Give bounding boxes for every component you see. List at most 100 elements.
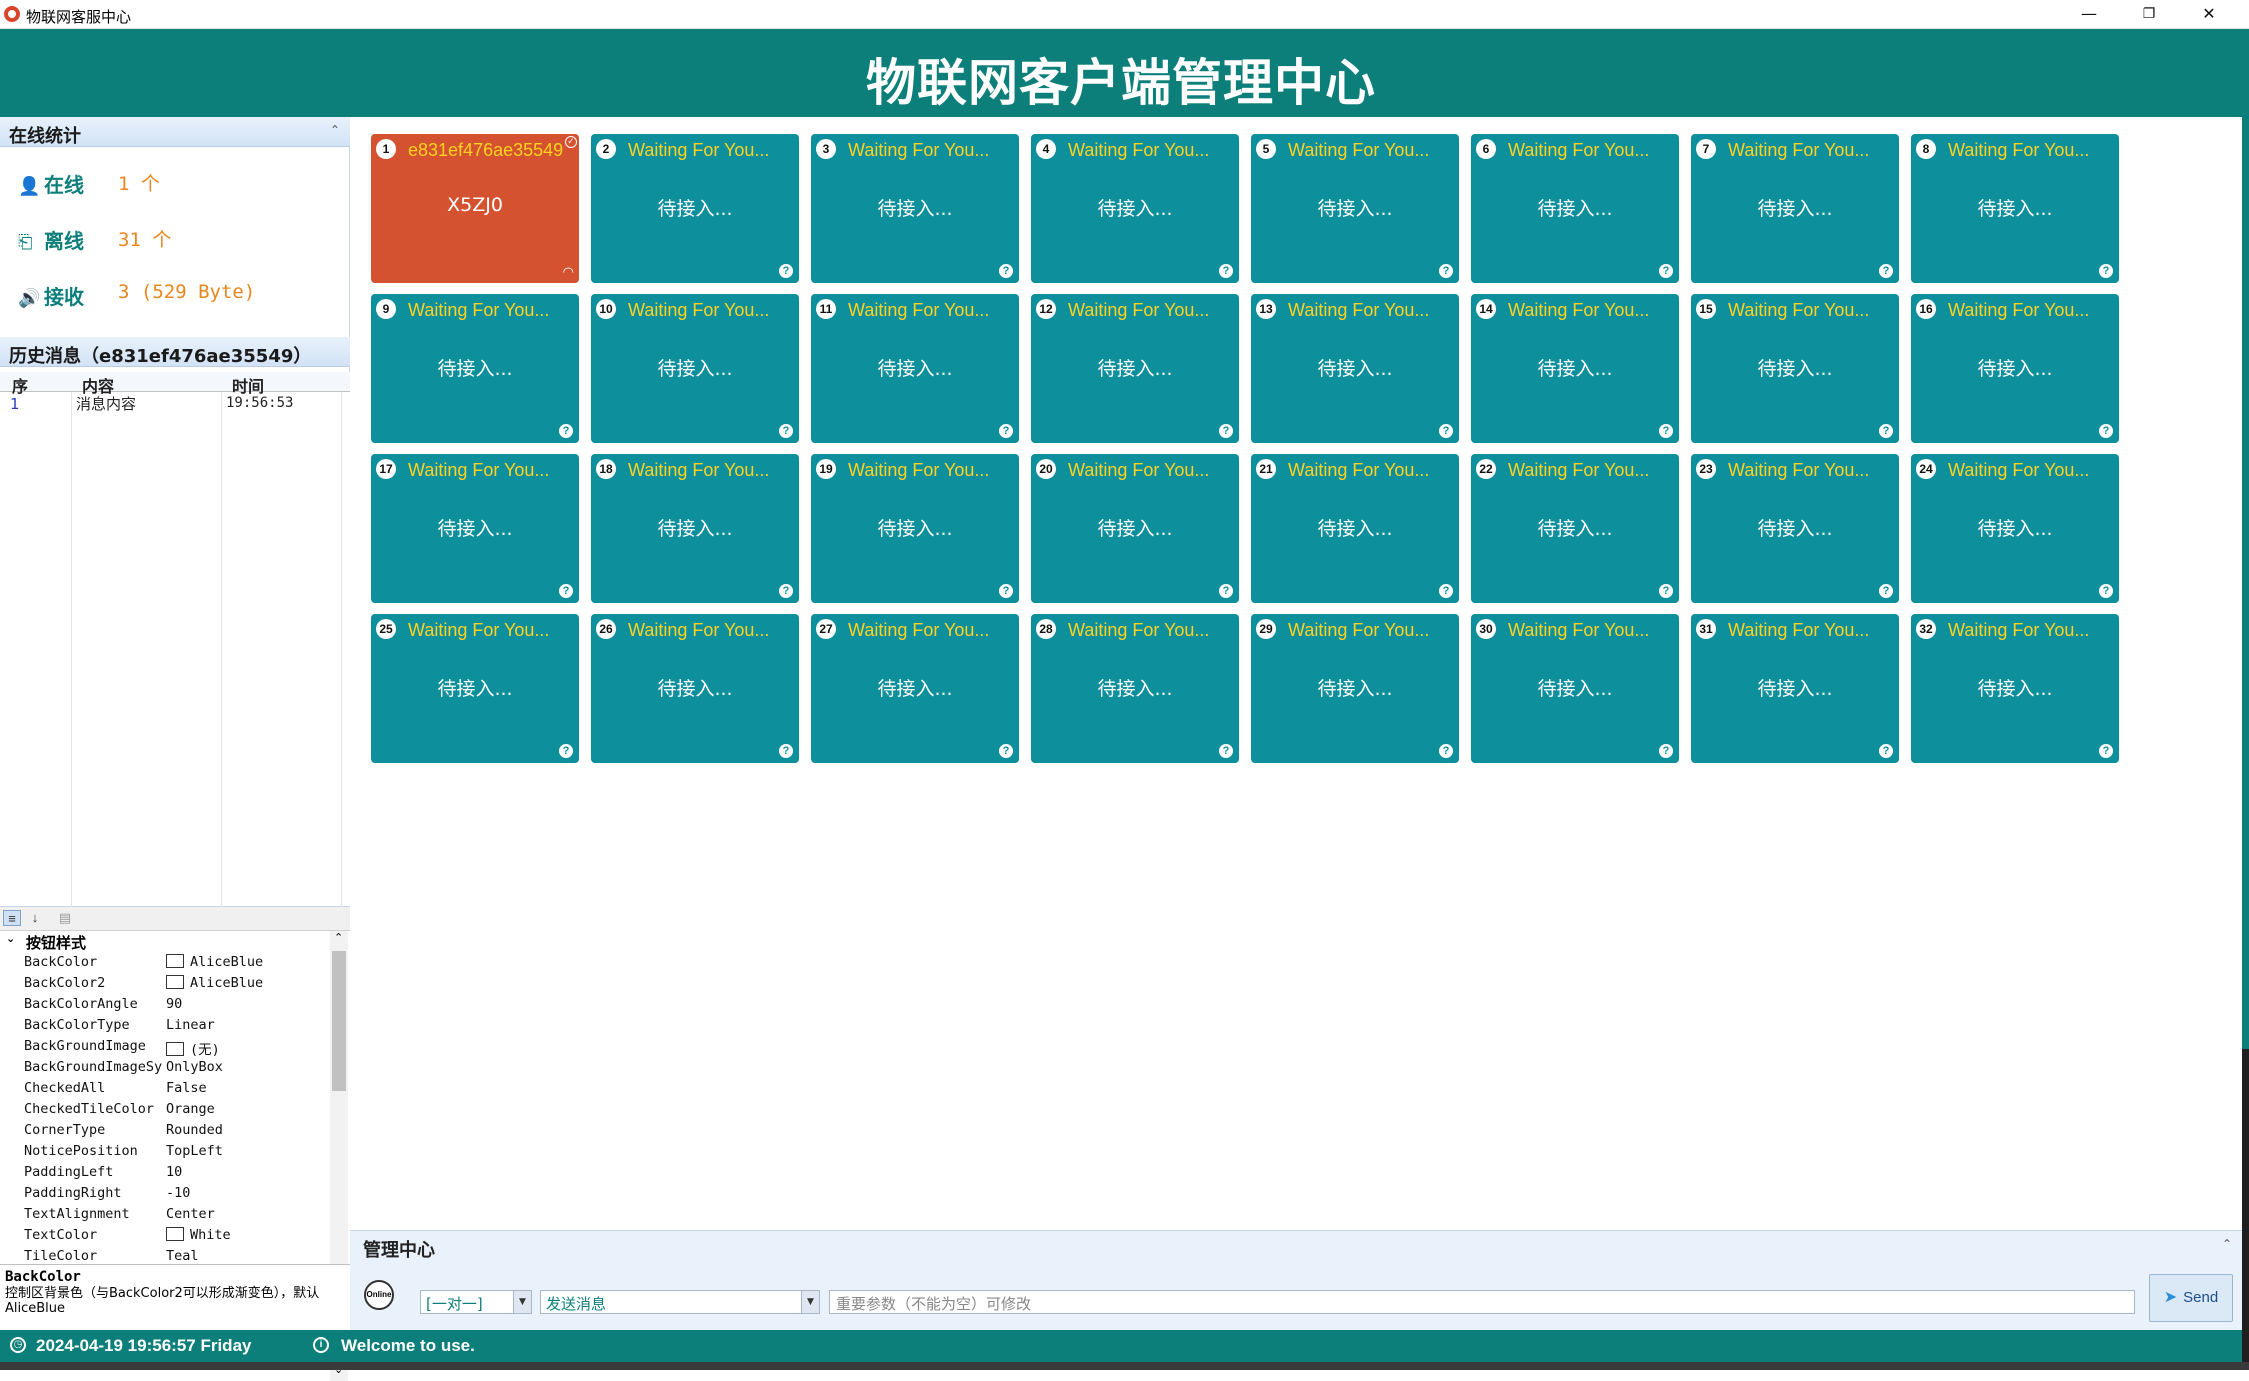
help-icon[interactable]: ? [1439, 424, 1453, 438]
property-row[interactable]: TextColor White [0, 1225, 330, 1246]
alphabetical-sort-icon[interactable]: ↓ [26, 910, 44, 926]
property-value-cell[interactable]: 10 [166, 1164, 182, 1180]
help-icon[interactable]: ? [1879, 264, 1893, 278]
client-tile[interactable]: 16 Waiting For You... 待接入...? [1911, 294, 2119, 443]
help-icon[interactable]: ? [1659, 424, 1673, 438]
client-tile[interactable]: 13 Waiting For You... 待接入...? [1251, 294, 1459, 443]
property-row[interactable]: BackGroundImageSy OnlyBox [0, 1057, 330, 1078]
help-icon[interactable]: ? [999, 424, 1013, 438]
property-category[interactable]: ⌄ 按钮样式 [0, 931, 330, 952]
property-row[interactable]: BackColorAngle 90 [0, 994, 330, 1015]
help-icon[interactable]: ? [1879, 424, 1893, 438]
categorized-icon[interactable]: ≡ [3, 910, 21, 926]
help-icon[interactable]: ? [1439, 744, 1453, 758]
collapse-icon[interactable]: ⌃ [2222, 1237, 2232, 1251]
client-tile[interactable]: 30 Waiting For You... 待接入...? [1471, 614, 1679, 763]
column-header[interactable]: 序 [12, 373, 28, 397]
client-tile[interactable]: 27 Waiting For You... 待接入...? [811, 614, 1019, 763]
help-icon[interactable]: ? [1219, 584, 1233, 598]
property-value-cell[interactable]: 90 [166, 996, 182, 1012]
client-tile[interactable]: 23 Waiting For You... 待接入...? [1691, 454, 1899, 603]
scroll-up-icon[interactable]: ⌃ [334, 931, 343, 944]
client-tile[interactable]: 28 Waiting For You... 待接入...? [1031, 614, 1239, 763]
help-icon[interactable]: ? [2099, 264, 2113, 278]
help-icon[interactable]: ? [1879, 584, 1893, 598]
property-value-cell[interactable]: Rounded [166, 1122, 223, 1138]
property-value-cell[interactable]: False [166, 1080, 207, 1096]
help-icon[interactable]: ? [1439, 264, 1453, 278]
help-icon[interactable]: ? [999, 264, 1013, 278]
help-icon[interactable]: ? [1659, 264, 1673, 278]
property-value-cell[interactable]: TopLeft [166, 1143, 223, 1159]
mode-select[interactable]: [一对一] ▼ [420, 1290, 532, 1314]
help-icon[interactable]: ? [2099, 584, 2113, 598]
client-tile[interactable]: 21 Waiting For You... 待接入...? [1251, 454, 1459, 603]
client-tile[interactable]: 2 Waiting For You... 待接入...? [591, 134, 799, 283]
help-icon[interactable]: ? [2099, 424, 2113, 438]
property-value-cell[interactable]: (无) [166, 1038, 220, 1058]
property-row[interactable]: BackColorType Linear [0, 1015, 330, 1036]
client-tile[interactable]: 32 Waiting For You... 待接入...? [1911, 614, 2119, 763]
client-tile[interactable]: 25 Waiting For You... 待接入...? [371, 614, 579, 763]
help-icon[interactable]: ? [1439, 584, 1453, 598]
client-tile[interactable]: 1 e831ef476ae35549 X5ZJ0 ✓ ◠ [371, 134, 579, 283]
property-row[interactable]: NoticePosition TopLeft [0, 1141, 330, 1162]
stats-section-header[interactable]: 在线统计 ⌃ [0, 117, 350, 147]
property-value-cell[interactable]: White [166, 1227, 231, 1243]
client-tile[interactable]: 12 Waiting For You... 待接入...? [1031, 294, 1239, 443]
column-header[interactable]: 时间 [232, 373, 264, 397]
help-icon[interactable]: ? [779, 264, 793, 278]
property-row[interactable]: CheckedTileColor Orange [0, 1099, 330, 1120]
property-row[interactable]: BackGroundImage (无) [0, 1036, 330, 1058]
client-tile[interactable]: 26 Waiting For You... 待接入...? [591, 614, 799, 763]
property-row[interactable]: TextAlignment Center [0, 1204, 330, 1225]
maximize-button[interactable]: ❐ [2120, 0, 2178, 29]
property-row[interactable]: PaddingLeft 10 [0, 1162, 330, 1183]
client-tile[interactable]: 15 Waiting For You... 待接入...? [1691, 294, 1899, 443]
history-table[interactable]: 序 内容 时间 1 消息内容 19:56:53 [0, 372, 350, 907]
help-icon[interactable]: ? [2099, 744, 2113, 758]
collapse-icon[interactable]: ⌃ [330, 123, 340, 137]
property-pages-icon[interactable]: ▤ [56, 910, 74, 926]
client-tile[interactable]: 18 Waiting For You... 待接入...? [591, 454, 799, 603]
help-icon[interactable]: ? [559, 584, 573, 598]
client-tile[interactable]: 8 Waiting For You... 待接入...? [1911, 134, 2119, 283]
property-value-cell[interactable]: Teal [166, 1248, 199, 1264]
help-icon[interactable]: ? [1219, 264, 1233, 278]
client-tile[interactable]: 4 Waiting For You... 待接入...? [1031, 134, 1239, 283]
chevron-down-icon[interactable]: ▼ [801, 1291, 819, 1313]
property-value-cell[interactable]: Center [166, 1206, 215, 1222]
chevron-down-icon[interactable]: ⌄ [6, 932, 15, 945]
close-button[interactable]: ✕ [2180, 0, 2238, 29]
help-icon[interactable]: ? [1219, 744, 1233, 758]
property-value-cell[interactable]: AliceBlue [166, 954, 263, 970]
help-icon[interactable]: ? [779, 584, 793, 598]
action-select[interactable]: 发送消息 ▼ [540, 1290, 820, 1314]
chevron-down-icon[interactable]: ▼ [513, 1291, 531, 1313]
client-tile[interactable]: 14 Waiting For You... 待接入...? [1471, 294, 1679, 443]
property-row[interactable]: BackColor2 AliceBlue [0, 973, 330, 994]
help-icon[interactable]: ? [999, 584, 1013, 598]
help-icon[interactable]: ? [779, 744, 793, 758]
property-value-cell[interactable]: -10 [166, 1185, 190, 1201]
help-icon[interactable]: ? [1659, 584, 1673, 598]
client-tile[interactable]: 24 Waiting For You... 待接入...? [1911, 454, 2119, 603]
help-icon[interactable]: ? [1879, 744, 1893, 758]
client-tile[interactable]: 17 Waiting For You... 待接入...? [371, 454, 579, 603]
property-value-cell[interactable]: Linear [166, 1017, 215, 1033]
scrollbar-thumb[interactable] [332, 951, 346, 1091]
property-value-cell[interactable]: AliceBlue [166, 975, 263, 991]
client-tile[interactable]: 6 Waiting For You... 待接入...? [1471, 134, 1679, 283]
property-value-cell[interactable]: OnlyBox [166, 1059, 223, 1075]
property-row[interactable]: CornerType Rounded [0, 1120, 330, 1141]
help-icon[interactable]: ? [999, 744, 1013, 758]
client-tile[interactable]: 5 Waiting For You... 待接入...? [1251, 134, 1459, 283]
minimize-button[interactable]: — [2060, 0, 2118, 29]
client-tile[interactable]: 22 Waiting For You... 待接入...? [1471, 454, 1679, 603]
client-tile[interactable]: 11 Waiting For You... 待接入...? [811, 294, 1019, 443]
send-button[interactable]: ➤ Send [2149, 1274, 2233, 1322]
client-tile[interactable]: 31 Waiting For You... 待接入...? [1691, 614, 1899, 763]
help-icon[interactable]: ? [1659, 744, 1673, 758]
property-row[interactable]: PaddingRight -10 [0, 1183, 330, 1204]
client-tile[interactable]: 19 Waiting For You... 待接入...? [811, 454, 1019, 603]
